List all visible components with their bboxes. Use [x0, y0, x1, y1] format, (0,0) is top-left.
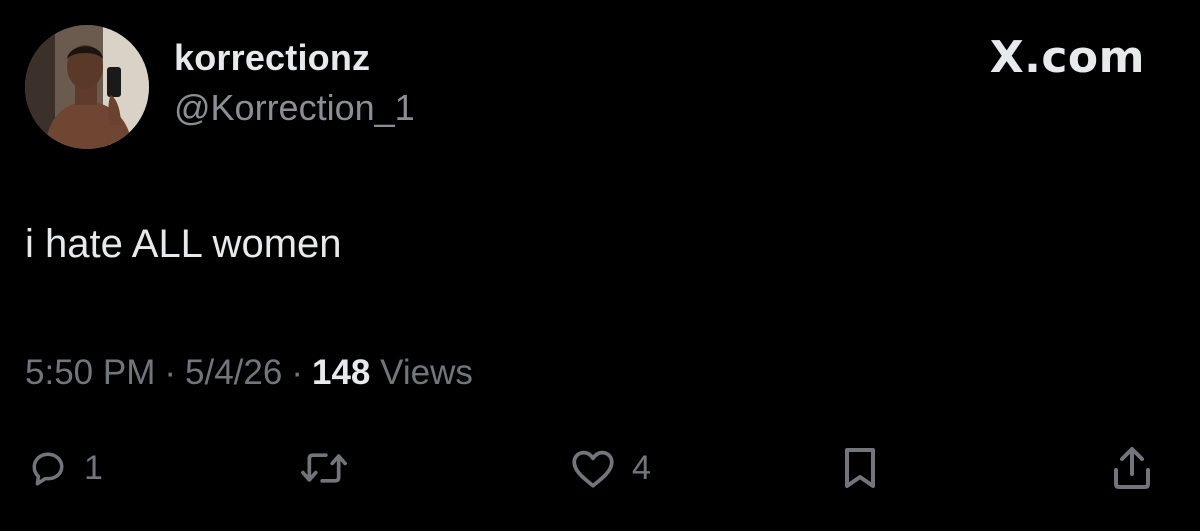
avatar-photo — [25, 25, 149, 149]
like-count: 4 — [632, 448, 651, 487]
avatar[interactable] — [25, 25, 149, 149]
meta-separator: · — [164, 353, 177, 392]
bookmark-button[interactable] — [840, 440, 880, 496]
repost-arrows-icon — [301, 453, 347, 483]
views-label: Views — [380, 353, 473, 392]
heart-icon — [572, 450, 614, 488]
tweet-date[interactable]: 5/4/26 — [185, 353, 282, 392]
tweet-time[interactable]: 5:50 PM — [25, 353, 155, 392]
share-upload-icon — [1114, 447, 1150, 489]
brand-watermark: X.com — [990, 32, 1145, 83]
views-count: 148 — [311, 353, 371, 392]
author-display-name[interactable]: korrectionz — [174, 37, 370, 79]
speech-bubble-icon — [32, 452, 64, 486]
like-button[interactable]: 4 — [568, 440, 651, 496]
brand-label: X.com — [989, 32, 1145, 83]
reply-count: 1 — [84, 448, 103, 487]
reply-button[interactable]: 1 — [26, 440, 103, 496]
bookmark-icon — [845, 448, 875, 488]
repost-button[interactable] — [296, 440, 352, 496]
author-handle[interactable]: @Korrection_1 — [174, 87, 415, 129]
tweet-text: i hate ALL women — [25, 222, 342, 266]
share-button[interactable] — [1110, 440, 1154, 496]
tweet-meta: 5:50 PM · 5/4/26 · 148 Views — [25, 353, 473, 393]
tweet-card: korrectionz @Korrection_1 X.com i hate A… — [0, 0, 1200, 531]
tweet-actions-bar: 1 4 — [0, 440, 1200, 500]
meta-separator: · — [291, 353, 303, 392]
